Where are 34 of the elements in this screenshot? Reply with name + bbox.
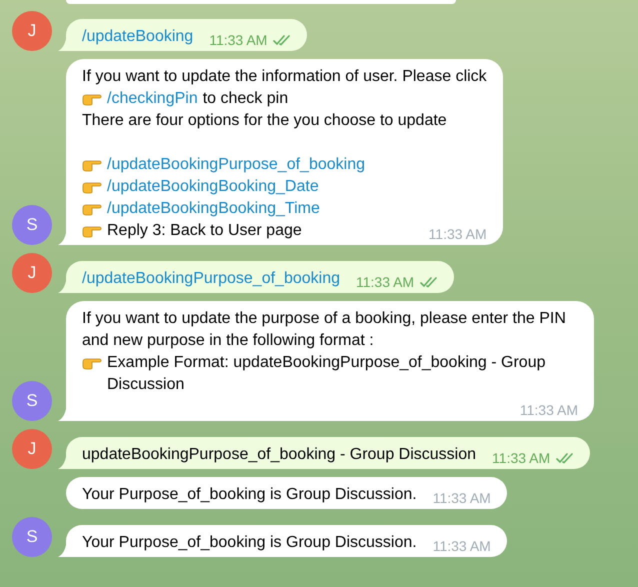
message-text: Reply 3: Back to User page bbox=[107, 222, 302, 239]
pointing-hand-icon bbox=[82, 92, 102, 106]
message-text: There are four options for the you choose to update bbox=[82, 112, 447, 129]
pointing-hand-icon bbox=[82, 224, 102, 238]
message-text: to check pin bbox=[202, 90, 288, 107]
message-text: Your Purpose_of_booking is Group Discussion. bbox=[82, 534, 417, 551]
message-time: 11:33 AM bbox=[209, 31, 268, 50]
message-text: Example Format: updateBookingPurpose_of_booking - Group Discussion bbox=[107, 354, 546, 393]
message-time: 11:33 AM bbox=[432, 489, 491, 508]
pointing-hand-icon bbox=[82, 158, 102, 172]
pointing-hand-icon bbox=[82, 202, 102, 216]
pointing-hand-icon bbox=[82, 356, 102, 370]
command-link[interactable]: /updateBookingBooking_Date bbox=[107, 178, 319, 195]
message-text: If you want to update the information of user. Please click bbox=[82, 68, 487, 85]
command-link[interactable]: /updateBookingBooking_Time bbox=[107, 200, 320, 217]
command-link[interactable]: /updateBookingPurpose_of_booking bbox=[107, 156, 365, 173]
avatar[interactable]: S bbox=[12, 205, 52, 245]
pointing-hand-icon bbox=[82, 180, 102, 194]
command-link[interactable]: /updateBookingPurpose_of_booking bbox=[82, 270, 340, 287]
command-link[interactable]: /checkingPin bbox=[107, 90, 198, 107]
message-time: 11:33 AM bbox=[356, 273, 414, 292]
message-time: 11:33 AM bbox=[492, 449, 550, 468]
avatar[interactable]: S bbox=[12, 381, 52, 421]
message-time: 11:33 AM bbox=[428, 225, 487, 244]
message-text: updateBookingPurpose_of_booking - Group Discussion bbox=[82, 446, 476, 463]
avatar[interactable]: S bbox=[12, 517, 52, 557]
avatar[interactable]: J bbox=[12, 253, 52, 293]
command-link[interactable]: /updateBooking bbox=[82, 28, 194, 45]
message-text: Your Purpose_of_booking is Group Discussion. bbox=[82, 486, 417, 503]
message-text: If you want to update the purpose of a booking, please enter the PIN and new purpose in the following format : bbox=[82, 310, 566, 349]
message-time: 11:33 AM bbox=[520, 401, 578, 420]
avatar[interactable]: J bbox=[12, 429, 52, 469]
message-time: 11:33 AM bbox=[432, 537, 491, 556]
avatar[interactable]: J bbox=[12, 11, 52, 51]
